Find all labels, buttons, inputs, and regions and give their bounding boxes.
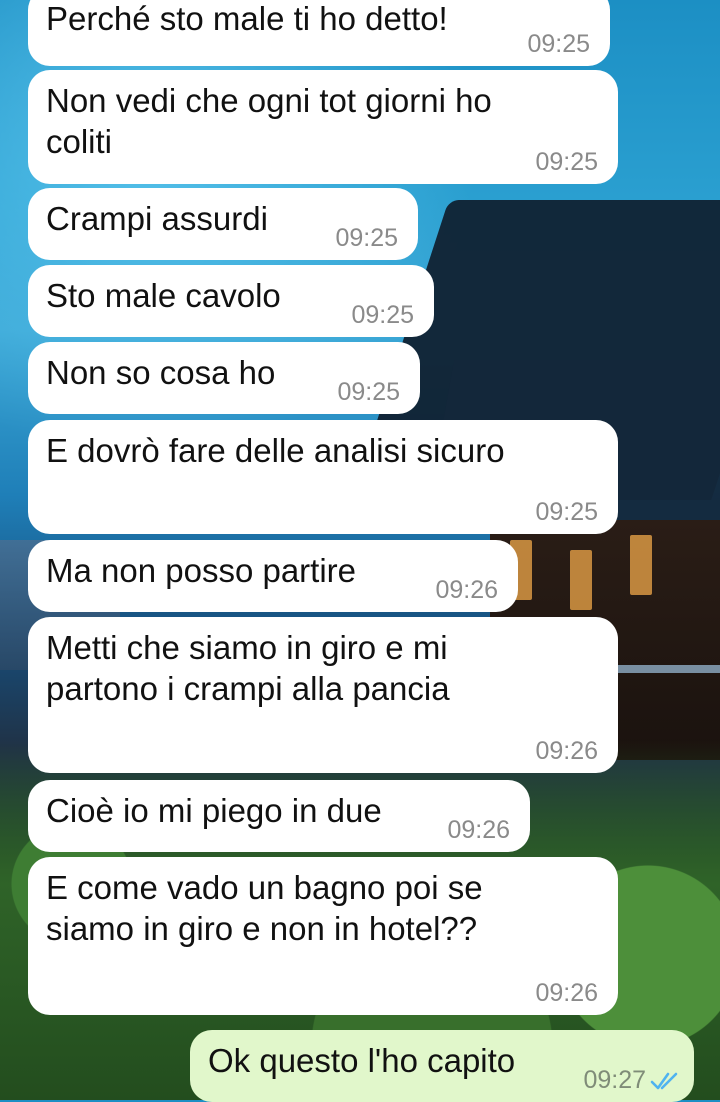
message-bubble[interactable]: Perché sto male ti ho detto! 09:25 bbox=[28, 0, 610, 66]
message-bubble[interactable]: Non vedi che ogni tot giorni ho coliti 0… bbox=[28, 70, 618, 184]
message-time: 09:25 bbox=[535, 148, 598, 176]
message-text: Ok questo l'ho capito bbox=[208, 1042, 516, 1079]
message-time: 09:26 bbox=[535, 979, 598, 1007]
message-time: 09:25 bbox=[527, 30, 590, 58]
message-text: Ma non posso partire bbox=[46, 552, 357, 589]
message-bubble-outgoing[interactable]: Ok questo l'ho capito 09:27 bbox=[190, 1030, 694, 1102]
message-bubble[interactable]: E dovrò fare delle analisi sicuro 09:25 bbox=[28, 420, 618, 534]
message-time: 09:27 bbox=[583, 1066, 646, 1094]
message-time: 09:25 bbox=[337, 378, 400, 406]
message-bubble[interactable]: E come vado un bagno poi se siamo in gir… bbox=[28, 857, 618, 1015]
message-text: Non vedi che ogni tot giorni ho coliti bbox=[46, 82, 492, 160]
message-time: 09:26 bbox=[535, 737, 598, 765]
double-check-read-icon bbox=[650, 1072, 678, 1090]
message-text: Cioè io mi piego in due bbox=[46, 792, 382, 829]
message-bubble[interactable]: Crampi assurdi 09:25 bbox=[28, 188, 418, 260]
message-text: Metti che siamo in giro e mi partono i c… bbox=[46, 629, 450, 707]
message-bubble[interactable]: Cioè io mi piego in due 09:26 bbox=[28, 780, 530, 852]
message-text: Sto male cavolo bbox=[46, 277, 281, 314]
message-bubble[interactable]: Ma non posso partire 09:26 bbox=[28, 540, 518, 612]
message-time: 09:25 bbox=[335, 224, 398, 252]
message-bubble[interactable]: Sto male cavolo 09:25 bbox=[28, 265, 434, 337]
message-time: 09:25 bbox=[351, 301, 414, 329]
message-text: E dovrò fare delle analisi sicuro bbox=[46, 432, 505, 469]
message-bubble[interactable]: Metti che siamo in giro e mi partono i c… bbox=[28, 617, 618, 773]
message-text: Perché sto male ti ho detto! bbox=[46, 0, 448, 37]
message-bubble[interactable]: Non so cosa ho 09:25 bbox=[28, 342, 420, 414]
message-time: 09:26 bbox=[447, 816, 510, 844]
message-text: Non so cosa ho bbox=[46, 354, 276, 391]
message-time: 09:25 bbox=[535, 498, 598, 526]
message-text: E come vado un bagno poi se siamo in gir… bbox=[46, 869, 483, 947]
message-text: Crampi assurdi bbox=[46, 200, 268, 237]
message-time: 09:26 bbox=[435, 576, 498, 604]
